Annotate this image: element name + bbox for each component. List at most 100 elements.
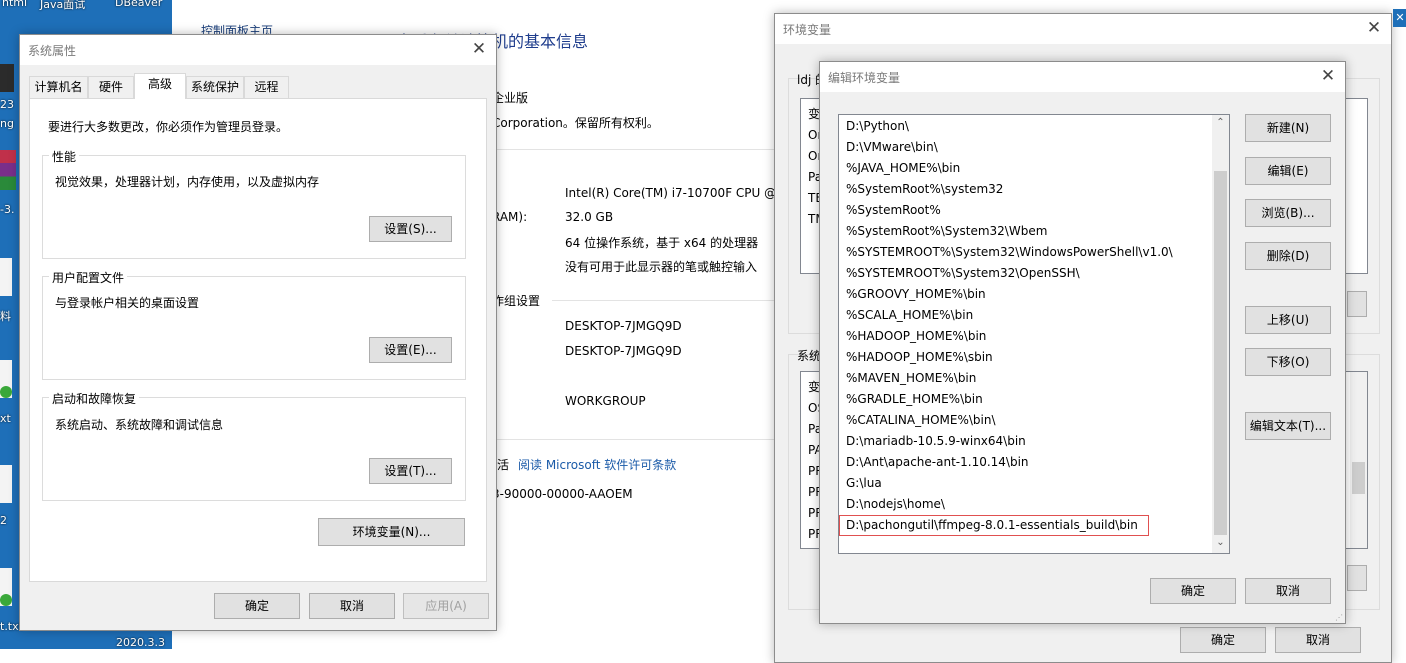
new-button[interactable]: 新建(N) — [1245, 114, 1331, 142]
add-badge-icon — [0, 386, 12, 398]
startup-recovery-group-label: 启动和故障恢复 — [49, 390, 140, 407]
divider — [492, 439, 774, 440]
performance-group-label: 性能 — [49, 148, 80, 165]
path-item[interactable]: D:\VMware\bin\ — [839, 137, 1213, 158]
path-item[interactable]: G:\lua — [839, 473, 1213, 494]
path-item[interactable]: %JAVA_HOME%\bin — [839, 158, 1213, 179]
add-badge-icon — [0, 594, 12, 606]
tab-computer-name[interactable]: 计算机名 — [29, 76, 88, 98]
close-icon[interactable]: ✕ — [1363, 17, 1385, 39]
close-icon[interactable]: ✕ — [1393, 9, 1406, 27]
path-item[interactable]: %CATALINA_HOME%\bin\ — [839, 410, 1213, 431]
path-item[interactable]: D:\nodejs\home\ — [839, 494, 1213, 515]
resize-grip-icon[interactable]: ⋰ — [1335, 613, 1343, 622]
path-item[interactable]: D:\Python\ — [839, 116, 1213, 137]
performance-desc: 视觉效果，处理器计划，内存使用，以及虚拟内存 — [55, 175, 320, 189]
path-list-scrollbar[interactable]: ⌃ ⌄ — [1212, 115, 1229, 553]
scrollbar-thumb[interactable] — [1214, 171, 1227, 535]
edition-text: 企业版 — [492, 91, 529, 105]
startup-recovery-desc: 系统启动、系统故障和调试信息 — [55, 418, 224, 432]
move-up-button[interactable]: 上移(U) — [1245, 306, 1331, 334]
path-item[interactable]: %SYSTEMROOT%\System32\OpenSSH\ — [839, 263, 1213, 284]
startup-recovery-settings-button[interactable]: 设置(T)... — [369, 458, 452, 484]
winrar-icon[interactable] — [0, 150, 16, 190]
user-profiles-desc: 与登录帐户相关的桌面设置 — [55, 296, 200, 310]
edit-button[interactable]: 编辑(E) — [1245, 157, 1331, 185]
desktop-label: ntml — [2, 0, 28, 9]
path-item[interactable]: %SYSTEMROOT%\System32\WindowsPowerShell\… — [839, 242, 1213, 263]
desktop-label: -3. — [0, 203, 15, 216]
activation-text: 活 — [497, 458, 510, 472]
desktop-label: 2020.3.3 — [116, 636, 165, 649]
user-profiles-group-label: 用户配置文件 — [49, 269, 128, 286]
path-item[interactable]: D:\Ant\apache-ant-1.10.14\bin — [839, 452, 1213, 473]
scrollbar[interactable] — [1350, 372, 1367, 548]
user-profiles-settings-button[interactable]: 设置(E)... — [369, 337, 452, 363]
title-bar[interactable]: 编辑环境变量 ✕ — [820, 62, 1345, 92]
user-delete-button-edge[interactable] — [1347, 291, 1367, 317]
tab-hardware[interactable]: 硬件 — [88, 76, 134, 98]
title-bar[interactable]: 系统属性 ✕ — [20, 35, 496, 65]
copyright-text: Corporation。保留所有权利。 — [492, 116, 659, 130]
scrollbar-thumb[interactable] — [1352, 462, 1365, 494]
section-heading: 作组设置 — [492, 294, 541, 308]
license-terms-link[interactable]: 阅读 Microsoft 软件许可条款 — [518, 456, 676, 473]
title-bar[interactable]: 环境变量 ✕ — [775, 14, 1391, 44]
dialog-title: 系统属性 — [28, 44, 77, 58]
edit-ok-button[interactable]: 确定 — [1150, 578, 1236, 604]
edit-cancel-button[interactable]: 取消 — [1245, 578, 1331, 604]
tab-label: 计算机名 — [34, 80, 83, 94]
path-item[interactable]: %HADOOP_HOME%\sbin — [839, 347, 1213, 368]
document-icon[interactable] — [0, 258, 12, 296]
pen-touch-value: 没有可用于此显示器的笔或触控输入 — [565, 260, 758, 274]
dialog-title: 环境变量 — [783, 23, 832, 37]
tab-advanced[interactable]: 高级 — [134, 73, 186, 99]
tab-label: 硬件 — [98, 80, 123, 94]
tab-label: 远程 — [254, 80, 279, 94]
environment-variables-button[interactable]: 环境变量(N)... — [318, 518, 465, 546]
product-id-value: 3-90000-00000-AAOEM — [492, 487, 633, 501]
performance-settings-button[interactable]: 设置(S)... — [369, 216, 452, 242]
app-icon[interactable] — [0, 64, 14, 92]
path-item[interactable]: %MAVEN_HOME%\bin — [839, 368, 1213, 389]
apply-button[interactable]: 应用(A) — [403, 593, 489, 619]
desktop-label: 料 — [0, 310, 11, 323]
edit-text-button[interactable]: 编辑文本(T)... — [1245, 412, 1331, 440]
ok-button[interactable]: 确定 — [214, 593, 300, 619]
scroll-up-icon[interactable]: ⌃ — [1212, 117, 1229, 128]
path-item[interactable]: %GROOVY_HOME%\bin — [839, 284, 1213, 305]
close-icon[interactable]: ✕ — [468, 38, 490, 60]
env-cancel-button[interactable]: 取消 — [1275, 627, 1361, 653]
path-item[interactable]: %GRADLE_HOME%\bin — [839, 389, 1213, 410]
user-profiles-group — [42, 276, 466, 380]
tab-label: 高级 — [147, 77, 172, 91]
system-delete-button-edge[interactable] — [1347, 565, 1367, 591]
processor-value: Intel(R) Core(TM) i7-10700F CPU @ 2 — [565, 186, 774, 200]
path-list[interactable]: D:\Python\ D:\VMware\bin\ %JAVA_HOME%\bin%… — [838, 114, 1230, 554]
path-item[interactable]: %SystemRoot%\System32\Wbem — [839, 221, 1213, 242]
divider — [492, 149, 774, 150]
document-icon[interactable] — [0, 465, 12, 503]
path-item[interactable]: %HADOOP_HOME%\bin — [839, 326, 1213, 347]
path-item[interactable]: %SCALA_HOME%\bin — [839, 305, 1213, 326]
path-item[interactable]: D:\pachongutil\ffmpeg-8.0.1-essentials_b… — [839, 515, 1149, 536]
desktop-label: 23 — [0, 98, 14, 111]
tab-label: 系统保护 — [190, 80, 239, 94]
move-down-button[interactable]: 下移(O) — [1245, 348, 1331, 376]
path-item[interactable]: %SystemRoot%\system32 — [839, 179, 1213, 200]
path-item[interactable]: %SystemRoot% — [839, 200, 1213, 221]
full-name-value: DESKTOP-7JMGQ9D — [565, 344, 682, 358]
close-icon[interactable]: ✕ — [1317, 65, 1339, 87]
desktop-label: ng — [0, 117, 14, 130]
tab-remote[interactable]: 远程 — [244, 76, 289, 98]
startup-recovery-group — [42, 397, 466, 501]
delete-button[interactable]: 删除(D) — [1245, 242, 1331, 270]
dialog-title: 编辑环境变量 — [828, 71, 901, 85]
path-item[interactable]: D:\mariadb-10.5.9-winx64\bin — [839, 431, 1213, 452]
scroll-down-icon[interactable]: ⌄ — [1212, 537, 1229, 548]
browse-button[interactable]: 浏览(B)... — [1245, 199, 1331, 227]
cancel-button[interactable]: 取消 — [309, 593, 395, 619]
tab-system-protection[interactable]: 系统保护 — [186, 76, 244, 98]
env-ok-button[interactable]: 确定 — [1180, 627, 1266, 653]
desktop-label: DBeaver — [115, 0, 163, 9]
